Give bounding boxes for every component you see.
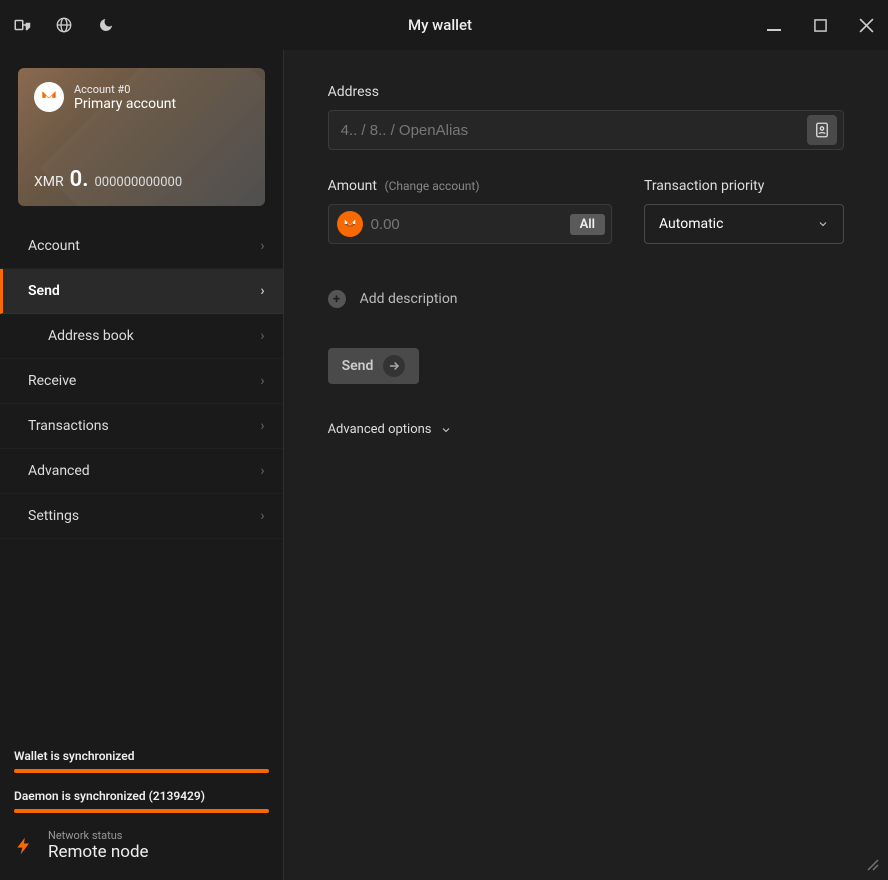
address-label: Address	[328, 84, 844, 100]
send-button-label: Send	[342, 358, 374, 374]
chevron-down-icon	[440, 424, 452, 436]
change-account-link[interactable]: (Change account)	[384, 179, 479, 193]
network-status-value: Remote node	[48, 842, 149, 862]
window-title: My wallet	[116, 16, 764, 34]
plus-icon: +	[328, 290, 346, 308]
nav-label: Advanced	[28, 463, 90, 479]
nav-label: Send	[28, 283, 60, 299]
daemon-sync-status: Daemon is synchronized (2139429)	[14, 789, 269, 803]
nav-account[interactable]: Account ›	[0, 224, 283, 269]
nav-label: Transactions	[28, 418, 109, 434]
bolt-icon	[14, 832, 34, 860]
balance-integer: 0.	[70, 167, 89, 192]
daemon-sync-bar	[14, 809, 269, 813]
nav-label: Account	[28, 238, 80, 254]
wallet-sync-status: Wallet is synchronized	[14, 749, 269, 763]
nav-settings[interactable]: Settings ›	[0, 494, 283, 539]
nav-label: Receive	[28, 373, 76, 389]
chevron-right-icon: ›	[260, 283, 264, 299]
amount-label: Amount (Change account)	[328, 178, 612, 194]
chevron-right-icon: ›	[260, 463, 264, 479]
priority-label: Transaction priority	[644, 178, 844, 194]
network-status-label: Network status	[48, 829, 149, 842]
nav-address-book[interactable]: Address book ›	[0, 314, 283, 359]
minimize-icon[interactable]	[764, 15, 784, 35]
priority-value: Automatic	[659, 216, 723, 232]
balance-decimals: 000000000000	[94, 175, 182, 190]
nav-label: Settings	[28, 508, 79, 524]
lock-wallet-icon[interactable]	[12, 15, 32, 35]
add-description-label: Add description	[360, 291, 458, 307]
amount-input[interactable]	[371, 216, 570, 233]
arrow-right-icon	[383, 355, 405, 377]
monero-icon	[337, 211, 363, 237]
sidebar: Account #0 Primary account XMR 0. 000000…	[0, 50, 284, 880]
address-input[interactable]	[341, 122, 807, 139]
nav-receive[interactable]: Receive ›	[0, 359, 283, 404]
network-icon[interactable]	[54, 15, 74, 35]
address-book-button[interactable]	[807, 115, 837, 145]
nav-label: Address book	[48, 328, 134, 344]
amount-all-button[interactable]: All	[570, 214, 605, 235]
sidebar-nav: Account › Send › Address book › Receive …	[0, 224, 283, 539]
account-card[interactable]: Account #0 Primary account XMR 0. 000000…	[18, 68, 265, 206]
chevron-right-icon: ›	[260, 238, 264, 254]
titlebar: My wallet	[0, 0, 888, 50]
monero-logo-icon	[34, 82, 64, 112]
resize-handle[interactable]	[866, 858, 880, 872]
address-input-wrap	[328, 110, 844, 150]
chevron-right-icon: ›	[260, 328, 264, 344]
advanced-options-label: Advanced options	[328, 422, 432, 437]
send-button[interactable]: Send	[328, 348, 420, 384]
amount-input-wrap: All	[328, 204, 612, 244]
chevron-right-icon: ›	[260, 418, 264, 434]
account-number: Account #0	[74, 83, 176, 96]
nav-send[interactable]: Send ›	[0, 269, 283, 314]
nav-transactions[interactable]: Transactions ›	[0, 404, 283, 449]
sidebar-footer: Wallet is synchronized Daemon is synchro…	[0, 739, 283, 880]
priority-select[interactable]: Automatic	[644, 204, 844, 244]
wallet-sync-bar	[14, 769, 269, 773]
chevron-right-icon: ›	[260, 508, 264, 524]
balance-currency: XMR	[34, 174, 64, 190]
chevron-right-icon: ›	[260, 373, 264, 389]
nav-advanced[interactable]: Advanced ›	[0, 449, 283, 494]
chevron-down-icon	[817, 218, 829, 230]
maximize-icon[interactable]	[810, 15, 830, 35]
close-icon[interactable]	[856, 15, 876, 35]
add-description-button[interactable]: + Add description	[328, 290, 844, 308]
theme-toggle-icon[interactable]	[96, 15, 116, 35]
send-panel: Address Amount (Change account) All	[284, 50, 888, 880]
account-name: Primary account	[74, 96, 176, 112]
advanced-options-toggle[interactable]: Advanced options	[328, 422, 844, 437]
